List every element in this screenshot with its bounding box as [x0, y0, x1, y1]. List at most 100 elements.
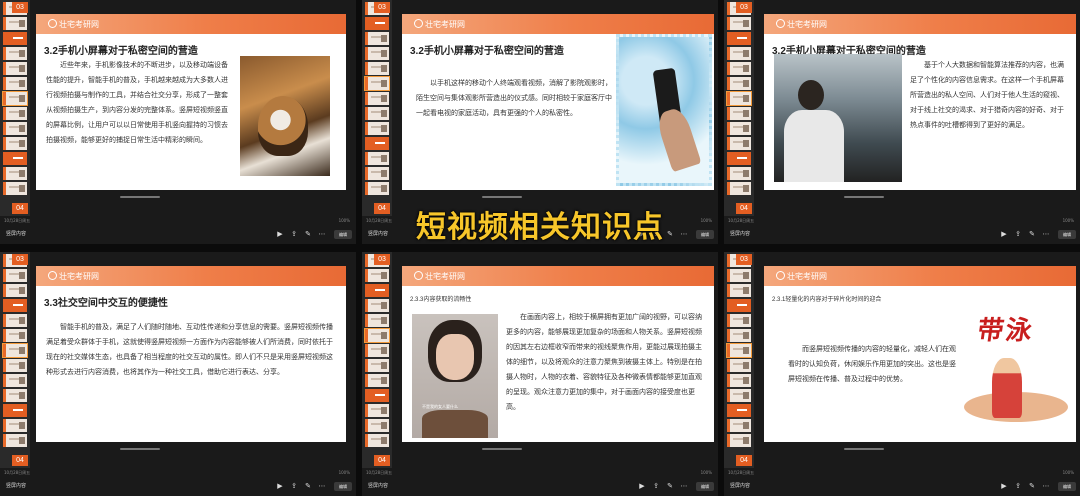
- slide-thumb[interactable]: [365, 17, 389, 30]
- slide-thumb[interactable]: [3, 17, 27, 30]
- slide-thumb[interactable]: [727, 77, 751, 90]
- slide-thumb[interactable]: [364, 328, 390, 343]
- slide-thumb[interactable]: [727, 47, 751, 60]
- pen-icon[interactable]: ✎: [666, 482, 674, 490]
- slide-thumb[interactable]: [727, 182, 751, 195]
- slide-thumb[interactable]: [3, 374, 27, 387]
- slide-thumb[interactable]: [364, 76, 390, 91]
- slide-thumb[interactable]: [365, 434, 389, 447]
- slide-thumb[interactable]: [727, 32, 751, 45]
- slide-thumb[interactable]: [365, 344, 389, 357]
- slide-thumb[interactable]: [727, 419, 751, 432]
- scroll-indicator[interactable]: [844, 448, 884, 450]
- slide-thumb[interactable]: [3, 434, 27, 447]
- slide-thumb[interactable]: [3, 122, 27, 135]
- slide-thumb[interactable]: [727, 62, 751, 75]
- slide-thumb[interactable]: [365, 299, 389, 312]
- slide-thumb[interactable]: [727, 137, 751, 150]
- more-icon[interactable]: ⋯: [1042, 482, 1050, 490]
- slide-thumb[interactable]: [365, 167, 389, 180]
- slide-thumb[interactable]: [726, 343, 752, 358]
- slide-thumb[interactable]: [3, 359, 27, 372]
- slide-thumb[interactable]: [727, 374, 751, 387]
- edit-button[interactable]: 编辑: [334, 482, 352, 491]
- play-icon[interactable]: ▶: [1000, 482, 1008, 490]
- pen-icon[interactable]: ✎: [1028, 482, 1036, 490]
- more-icon[interactable]: ⋯: [680, 482, 688, 490]
- slide-thumb[interactable]: [727, 284, 751, 297]
- slide-thumb[interactable]: [727, 329, 751, 342]
- slide-thumb[interactable]: [3, 32, 27, 45]
- slide-canvas[interactable]: 壮宅考研网 3.2手机小屏幕对于私密空间的营造 近些年来，手机影像技术的不断进步…: [36, 14, 346, 190]
- play-icon[interactable]: ▶: [276, 482, 284, 490]
- slide-thumb[interactable]: [365, 92, 389, 105]
- slide-canvas[interactable]: 壮宅考研网 3.3社交空间中交互的便捷性 智能手机的普及，满足了人们随时随地、互…: [36, 266, 346, 442]
- slide-thumb[interactable]: [365, 152, 389, 165]
- scroll-indicator[interactable]: [844, 196, 884, 198]
- slide-thumb[interactable]: [2, 343, 28, 358]
- slide-thumb[interactable]: [727, 359, 751, 372]
- slide-thumb[interactable]: [727, 434, 751, 447]
- share-icon[interactable]: ⇪: [1014, 482, 1022, 490]
- slide-thumb[interactable]: [365, 389, 389, 402]
- slide-thumb[interactable]: [727, 389, 751, 402]
- slide-thumb[interactable]: [3, 329, 27, 342]
- slide-thumb[interactable]: [3, 167, 27, 180]
- slide-canvas[interactable]: 壮宅考研网 2.3.3内容获取的流畅性 不是我的女人要什么 在画面内容上，相较于…: [402, 266, 714, 442]
- slide-thumbnails[interactable]: [362, 252, 392, 468]
- slide-thumb[interactable]: [365, 359, 389, 372]
- slide-thumb[interactable]: [727, 404, 751, 417]
- slide-thumb[interactable]: [365, 269, 389, 282]
- slide-thumb[interactable]: [727, 299, 751, 312]
- slide-thumbnails[interactable]: [724, 0, 754, 216]
- play-icon[interactable]: ▶: [638, 482, 646, 490]
- slide-thumb[interactable]: [3, 389, 27, 402]
- slide-canvas[interactable]: 壮宅考研网 2.3.1轻量化的内容对于碎片化时间的迎合 而竖屏短视频传播的内容的…: [764, 266, 1076, 442]
- slide-thumbnails[interactable]: [0, 0, 30, 216]
- slide-thumb[interactable]: [727, 314, 751, 327]
- slide-thumb[interactable]: [3, 182, 27, 195]
- slide-thumb[interactable]: [365, 137, 389, 150]
- slide-canvas[interactable]: 壮宅考研网 3.2手机小屏幕对于私密空间的营造 基于个人大数据和智能算法推荐的内…: [764, 14, 1076, 190]
- slide-thumb[interactable]: [365, 122, 389, 135]
- pen-icon[interactable]: ✎: [304, 482, 312, 490]
- slide-thumb[interactable]: [3, 152, 27, 165]
- slide-thumb[interactable]: [365, 419, 389, 432]
- slide-thumb[interactable]: [3, 137, 27, 150]
- slide-thumb[interactable]: [3, 419, 27, 432]
- slide-thumb[interactable]: [365, 374, 389, 387]
- slide-thumb[interactable]: [365, 404, 389, 417]
- slide-thumb[interactable]: [3, 47, 27, 60]
- slide-thumbnails[interactable]: [724, 252, 754, 468]
- slide-thumb[interactable]: [726, 91, 752, 106]
- slide-thumb[interactable]: [365, 182, 389, 195]
- slide-thumb[interactable]: [727, 152, 751, 165]
- slide-thumb[interactable]: [727, 107, 751, 120]
- slide-thumb[interactable]: [3, 314, 27, 327]
- slide-thumb[interactable]: [727, 167, 751, 180]
- scroll-indicator[interactable]: [482, 448, 522, 450]
- edit-button[interactable]: 编辑: [1058, 482, 1076, 491]
- scroll-indicator[interactable]: [120, 448, 160, 450]
- slide-thumb[interactable]: [365, 62, 389, 75]
- slide-thumb[interactable]: [2, 91, 28, 106]
- slide-thumb[interactable]: [3, 77, 27, 90]
- slide-thumb[interactable]: [727, 122, 751, 135]
- slide-thumb[interactable]: [727, 17, 751, 30]
- slide-thumb[interactable]: [727, 269, 751, 282]
- slide-thumb[interactable]: [3, 269, 27, 282]
- slide-thumbnails[interactable]: [0, 252, 30, 468]
- more-icon[interactable]: ⋯: [318, 482, 326, 490]
- scroll-indicator[interactable]: [120, 196, 160, 198]
- slide-thumb[interactable]: [365, 284, 389, 297]
- slide-thumbnails[interactable]: [362, 0, 392, 216]
- slide-thumb[interactable]: [3, 404, 27, 417]
- slide-thumb[interactable]: [3, 299, 27, 312]
- share-icon[interactable]: ⇪: [652, 482, 660, 490]
- slide-thumb[interactable]: [3, 107, 27, 120]
- slide-thumb[interactable]: [3, 62, 27, 75]
- slide-canvas[interactable]: 壮宅考研网 3.2手机小屏幕对于私密空间的营造 以手机这样的移动个人终端观看视频…: [402, 14, 714, 190]
- slide-thumb[interactable]: [365, 107, 389, 120]
- slide-thumb[interactable]: [365, 47, 389, 60]
- slide-thumb[interactable]: [3, 284, 27, 297]
